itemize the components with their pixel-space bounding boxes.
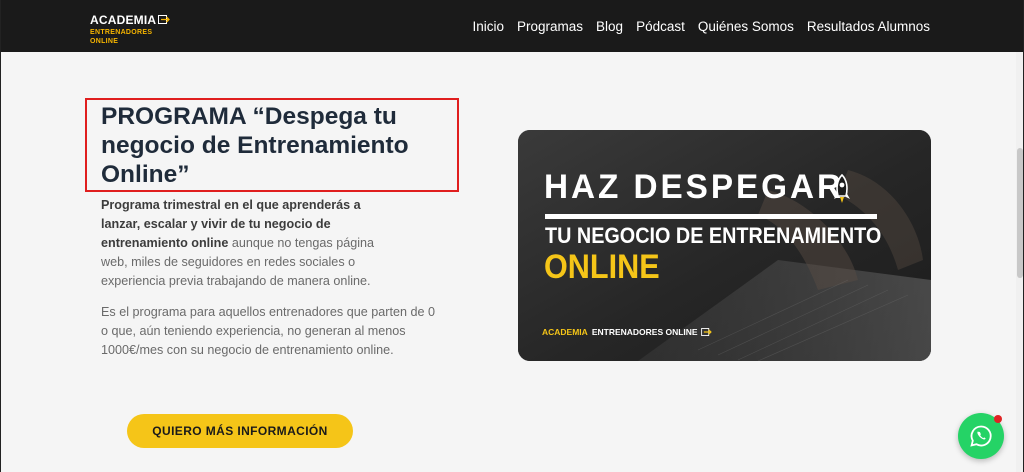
hero-brand-entrenadores: ENTRENADORES ONLINE bbox=[591, 327, 698, 337]
logo-top-row: ACADEMIA bbox=[90, 14, 180, 27]
hero-divider bbox=[545, 214, 877, 219]
notification-badge bbox=[994, 415, 1002, 423]
logo-mark-icon bbox=[700, 328, 712, 336]
main-nav: Inicio Programas Blog Pódcast Quiénes So… bbox=[460, 0, 931, 52]
hero-headline: HAZ DESPEGAR bbox=[544, 168, 844, 206]
nav-programas[interactable]: Programas bbox=[517, 19, 583, 34]
hero-image: HAZ DESPEGAR TU NEGOCIO DE ENTRENAMIENTO… bbox=[518, 130, 931, 361]
nav-resultados-alumnos[interactable]: Resultados Alumnos bbox=[807, 19, 930, 34]
logo-top-text: ACADEMIA bbox=[90, 13, 157, 27]
hero-brand: ACADEMIA ENTRENADORES ONLINE bbox=[542, 327, 712, 337]
nav-podcast[interactable]: Pódcast bbox=[636, 19, 685, 34]
whatsapp-icon bbox=[969, 424, 993, 448]
program-description: Programa trimestral en el que aprenderás… bbox=[101, 196, 401, 291]
page-title: PROGRAMA “Despega tu negocio de Entrenam… bbox=[101, 103, 409, 188]
logo-mark-icon bbox=[158, 14, 171, 27]
hero-brand-academia: ACADEMIA bbox=[542, 327, 588, 337]
scrollbar-thumb[interactable] bbox=[1017, 148, 1023, 278]
program-audience-text: Es el programa para aquellos entrenadore… bbox=[101, 305, 435, 357]
hero-highlight: ONLINE bbox=[544, 248, 660, 286]
hero-subheadline: TU NEGOCIO DE ENTRENAMIENTO bbox=[545, 223, 882, 248]
site-logo[interactable]: ACADEMIA ENTRENADORES ONLINE bbox=[90, 14, 180, 45]
nav-inicio[interactable]: Inicio bbox=[473, 19, 505, 34]
nav-quienes-somos[interactable]: Quiénes Somos bbox=[698, 19, 794, 34]
hero-headline-text: HAZ DESPEGAR bbox=[544, 168, 845, 206]
nav-blog[interactable]: Blog bbox=[596, 19, 623, 34]
rocket-icon bbox=[832, 173, 852, 209]
more-info-button[interactable]: QUIERO MÁS INFORMACIÓN bbox=[127, 414, 353, 448]
site-header: ACADEMIA ENTRENADORES ONLINE Inicio Prog… bbox=[0, 0, 1024, 52]
logo-bottom-text: ENTRENADORES ONLINE bbox=[90, 29, 153, 45]
